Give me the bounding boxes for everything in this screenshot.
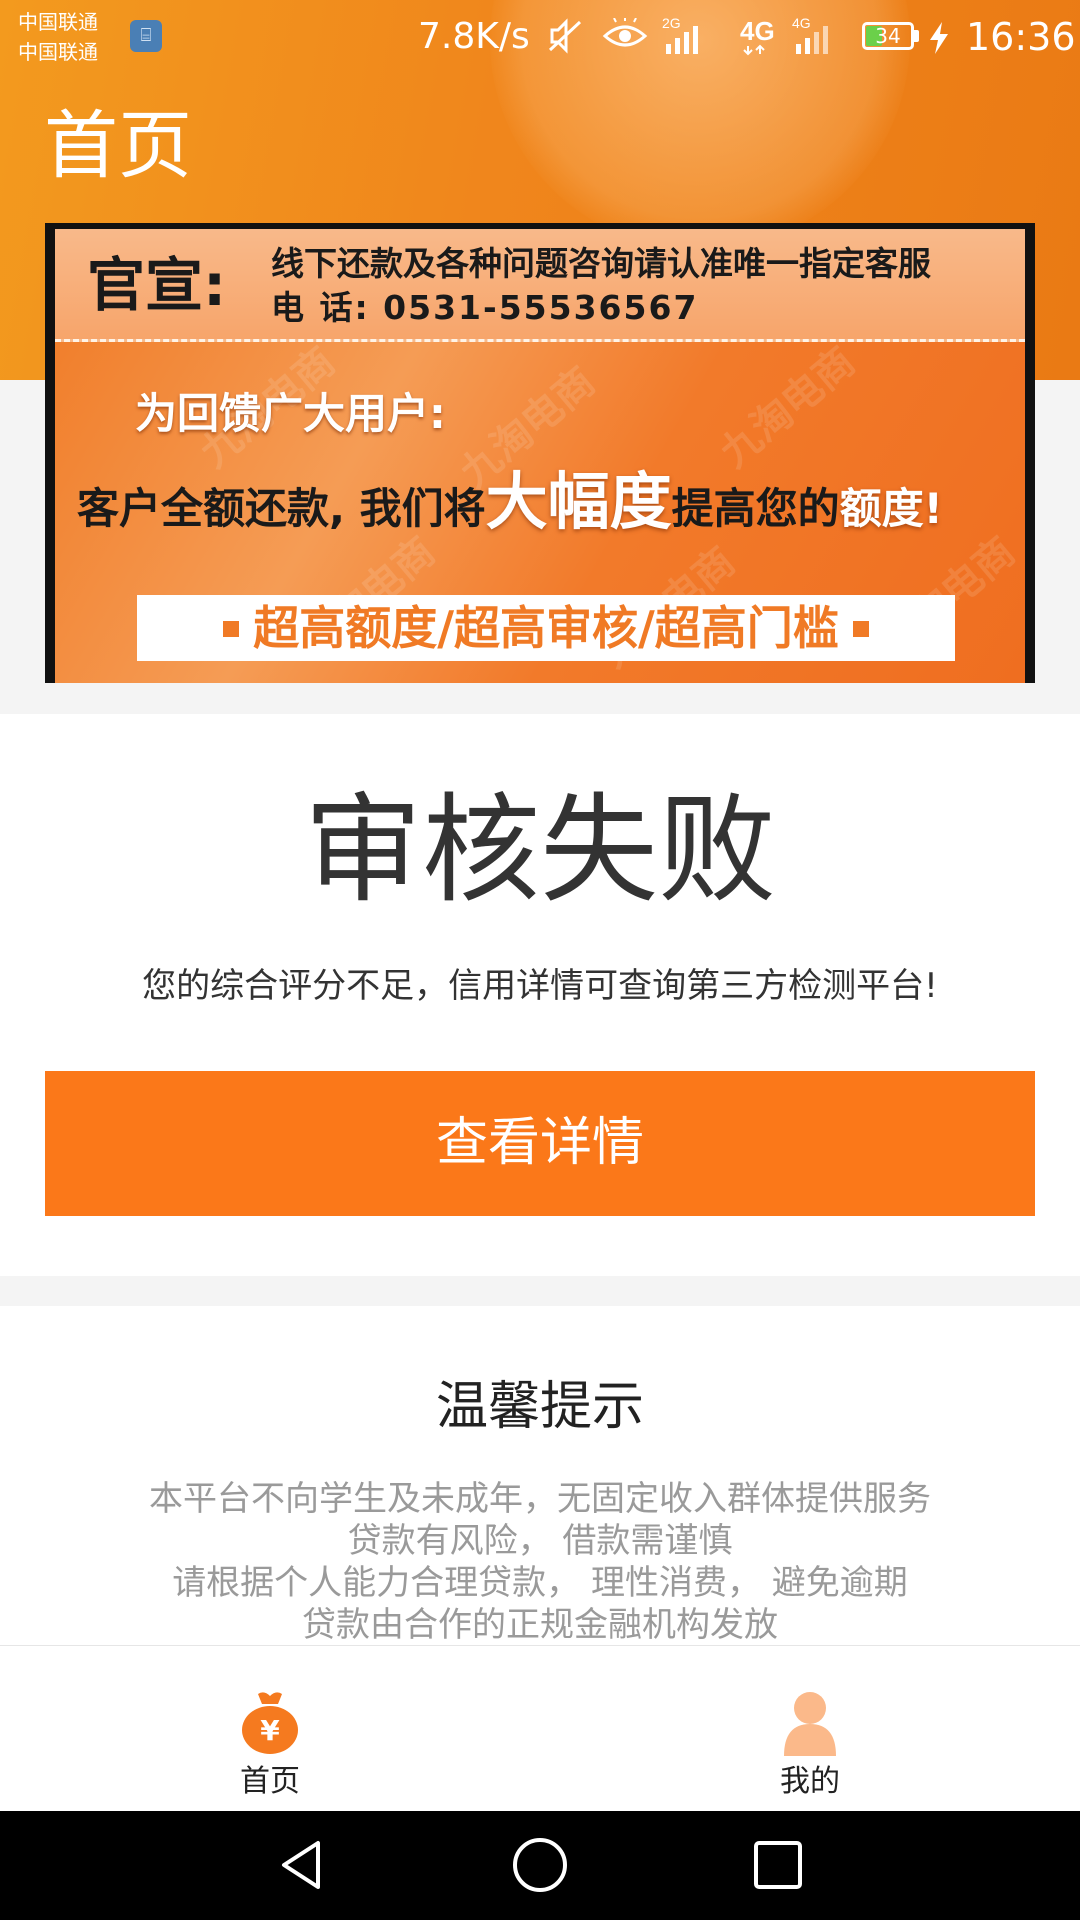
tips-line: 贷款有风险， 借款需谨慎 xyxy=(347,1521,733,1561)
tips-line: 贷款由合作的正规金融机构发放 xyxy=(302,1605,778,1645)
tips-title: 温馨提示 xyxy=(435,1377,644,1437)
tips-section: 温馨提示 本平台不向学生及未成年，无固定收入群体提供服务 贷款有风险， 借款需谨… xyxy=(0,1306,1080,1646)
tab-home-label: 首页 xyxy=(240,1764,300,1799)
tagline-bullet-left xyxy=(223,620,240,637)
banner-tagline-text: 超高额度/超高审核/超高门槛 xyxy=(253,601,839,655)
app-screen: 中国联通 中国联通 ⌸ 7.8K/s 2G 4G 4G 34 16:36 首页 … xyxy=(0,0,1080,1920)
banner-notice-area: 官宣: 线下还款及各种问题咨询请认准唯一指定客服 电 话: 0531-55536… xyxy=(55,229,1025,342)
back-icon[interactable] xyxy=(272,1835,332,1895)
tips-line: 本平台不向学生及未成年，无固定收入群体提供服务 xyxy=(149,1479,931,1519)
signal-2g-label: 2G xyxy=(662,16,681,31)
money-bag-icon: ¥ xyxy=(242,1692,298,1754)
tips-line: 请根据个人能力合理贷款， 理性消费， 避免逾期 xyxy=(172,1563,908,1603)
tips-list: 本平台不向学生及未成年，无固定收入群体提供服务 贷款有风险， 借款需谨慎 请根据… xyxy=(0,1478,1080,1646)
user-icon xyxy=(784,1692,836,1756)
banner-headline: 为回馈广大用户: xyxy=(135,389,446,438)
bottom-tab-bar: ¥ 首页 我的 xyxy=(0,1645,1080,1812)
battery-tip xyxy=(914,30,919,42)
banner-tagline: 超高额度/超高审核/超高门槛 xyxy=(137,595,955,661)
banner-badge: 官宣: xyxy=(87,251,227,319)
review-status-title: 审核失败 xyxy=(303,781,776,919)
banner-phone-text: 电 话: 0531-55536567 xyxy=(271,288,699,327)
carrier-1: 中国联通 xyxy=(18,10,98,34)
tab-home[interactable]: ¥ 首页 xyxy=(170,1646,370,1812)
carrier-2: 中国联通 xyxy=(18,40,98,64)
promo-banner[interactable]: 九淘电商 九淘电商 九淘电商 九淘电商 九淘电商 九淘电商 官宣: 线下还款及各… xyxy=(45,223,1035,683)
signal-2g-icon: 2G xyxy=(662,16,698,54)
vibrate-mute-icon xyxy=(548,18,582,54)
banner-offer-highlight: 大幅度 xyxy=(485,465,672,538)
battery-level-text: 34 xyxy=(875,24,901,48)
banner-notice-text: 线下还款及各种问题咨询请认准唯一指定客服 xyxy=(271,244,931,283)
system-nav-bar xyxy=(0,1811,1080,1920)
signal-4g-secondary-label: 4G xyxy=(792,16,811,31)
banner-image: 九淘电商 九淘电商 九淘电商 九淘电商 九淘电商 九淘电商 官宣: 线下还款及各… xyxy=(55,229,1025,683)
battery-indicator: 34 xyxy=(862,22,914,50)
clock: 16:36 xyxy=(966,15,1076,59)
eye-comfort-icon xyxy=(602,18,648,47)
tab-mine-label: 我的 xyxy=(780,1764,840,1799)
banner-offer: 客户全额还款, 我们将大幅度提高您的额度! xyxy=(77,467,943,544)
signal-4g-label: 4G xyxy=(740,16,775,46)
banner-offer-part2: 提高您的 xyxy=(671,484,840,533)
banner-offer-part1: 客户全额还款, 我们将 xyxy=(77,484,486,533)
charging-icon xyxy=(930,22,948,54)
review-status-description: 您的综合评分不足，信用详情可查询第三方检测平台! xyxy=(142,966,938,1006)
tab-mine[interactable]: 我的 xyxy=(710,1646,910,1812)
network-speed: 7.8K/s xyxy=(418,16,530,57)
banner-offer-part3: 额度! xyxy=(839,484,943,533)
home-circle-icon[interactable] xyxy=(510,1835,570,1895)
review-result-card: 审核失败 您的综合评分不足，信用详情可查询第三方检测平台! 查看详情 xyxy=(0,714,1080,1276)
recent-apps-icon[interactable] xyxy=(748,1835,808,1895)
view-details-button[interactable]: 查看详情 xyxy=(45,1071,1035,1216)
signal-4g-secondary-icon: 4G xyxy=(792,16,828,54)
signal-4g-icon: 4G xyxy=(740,16,775,56)
status-bar: 中国联通 中国联通 ⌸ 7.8K/s 2G 4G 4G 34 16:36 xyxy=(0,0,1080,78)
tagline-bullet-right xyxy=(852,620,869,637)
page-title: 首页 xyxy=(44,103,192,189)
svg-text:¥: ¥ xyxy=(260,1714,280,1747)
sim-card-icon: ⌸ xyxy=(130,20,162,52)
watermark-text-3: 九淘电商 xyxy=(712,339,864,477)
